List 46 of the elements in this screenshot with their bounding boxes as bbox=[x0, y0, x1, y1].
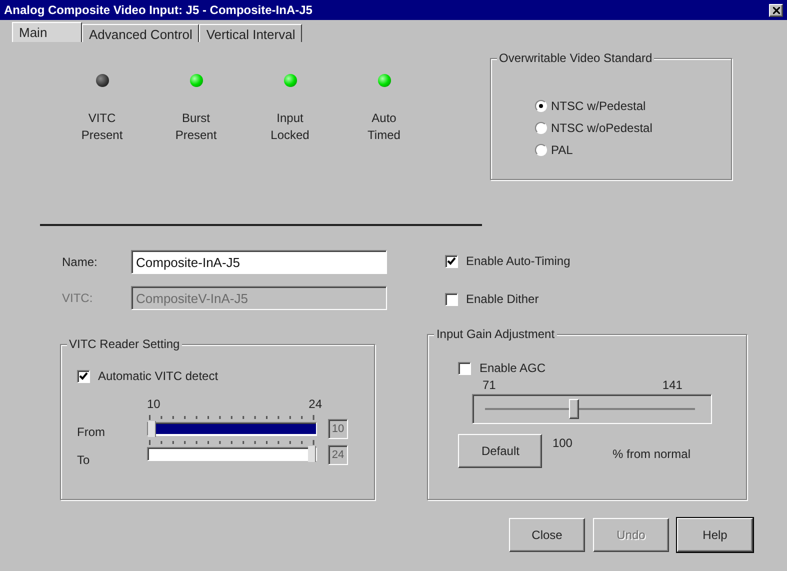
radio-label: PAL bbox=[551, 142, 573, 159]
slider-thumb[interactable] bbox=[308, 446, 316, 462]
range-maximum: 24 bbox=[308, 397, 322, 411]
checkbox[interactable] bbox=[458, 362, 472, 374]
check-icon bbox=[79, 372, 88, 380]
indicator-label: Input Locked bbox=[270, 110, 310, 144]
indicator-label: VITC Present bbox=[80, 110, 124, 144]
unit-label: % from normal bbox=[612, 446, 691, 463]
slider-thumb[interactable] bbox=[148, 421, 156, 437]
checkbox-label: Enable Auto-Timing bbox=[466, 253, 570, 270]
group-title: Input Gain Adjustment bbox=[434, 326, 557, 342]
check-icon bbox=[447, 257, 456, 265]
indicator-label: Auto Timed bbox=[366, 110, 402, 144]
dialog-button[interactable]: Help bbox=[677, 518, 753, 552]
range-minimum: 10 bbox=[147, 397, 160, 411]
close-icon bbox=[772, 6, 780, 14]
tab[interactable]: Main bbox=[12, 22, 82, 42]
checkbox[interactable] bbox=[77, 370, 90, 382]
checkbox[interactable] bbox=[445, 254, 458, 268]
radio-button[interactable] bbox=[535, 100, 547, 112]
checkbox-label: Enable AGC bbox=[479, 360, 546, 377]
field-label: VITC: bbox=[62, 290, 94, 307]
slider-label: From bbox=[77, 424, 106, 441]
radio-label: NTSC w/oPedestal bbox=[551, 120, 652, 137]
group-title: VITC Reader Setting bbox=[67, 336, 182, 352]
radio-label: NTSC w/Pedestal bbox=[551, 98, 646, 115]
gain-value: 100 bbox=[552, 435, 572, 452]
checkbox-label: Enable Dither bbox=[466, 291, 539, 308]
default-button[interactable]: Default bbox=[458, 434, 542, 468]
range-minimum: 71 bbox=[482, 378, 496, 392]
dialog-button[interactable]: Close bbox=[509, 518, 585, 552]
slider-label: To bbox=[77, 452, 91, 469]
tab[interactable]: Advanced Control bbox=[82, 24, 200, 42]
window-title: Analog Composite Video Input: J5 - Composite-InA-J5 bbox=[4, 2, 312, 19]
close-button[interactable] bbox=[769, 4, 783, 16]
range-maximum: 141 bbox=[662, 378, 682, 392]
checkbox[interactable] bbox=[445, 292, 458, 306]
field-label: Name: bbox=[62, 254, 98, 271]
tab[interactable]: Vertical Interval bbox=[199, 24, 302, 42]
checkbox-label: Automatic VITC detect bbox=[98, 368, 218, 385]
value-field[interactable]: 24 bbox=[328, 445, 348, 465]
text-field[interactable]: Composite-InA-J5 bbox=[131, 250, 387, 274]
value-field[interactable]: 10 bbox=[328, 419, 348, 439]
indicator-label: Burst Present bbox=[174, 110, 218, 144]
radio-button[interactable] bbox=[535, 122, 547, 134]
radio-button[interactable] bbox=[535, 144, 547, 156]
